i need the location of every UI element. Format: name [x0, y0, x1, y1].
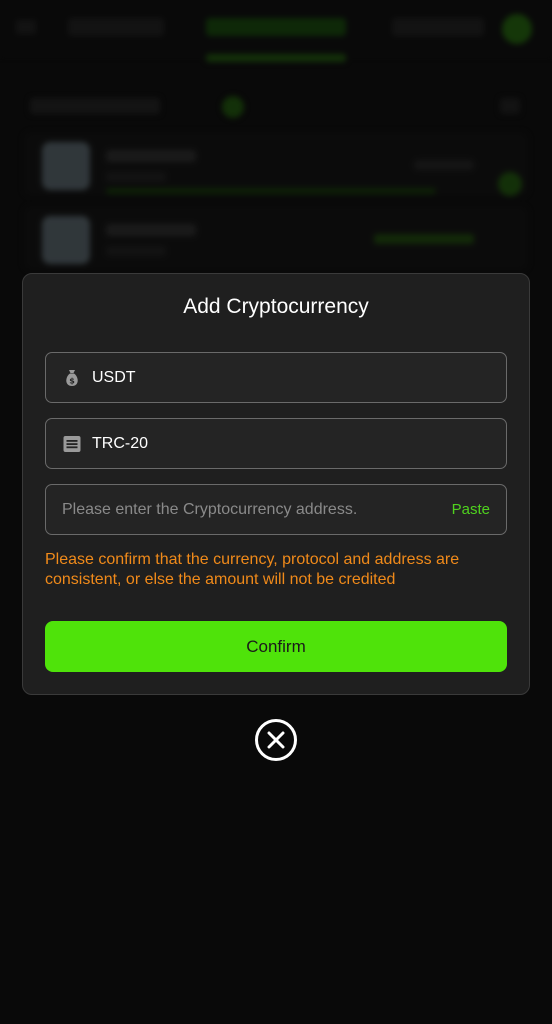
- warning-message: Please confirm that the currency, protoc…: [45, 551, 460, 588]
- add-cryptocurrency-dialog: Add Cryptocurrency $ USDT TRC-20 Please …: [22, 273, 530, 695]
- protocol-value: TRC-20: [92, 434, 149, 452]
- list-icon: [62, 434, 82, 454]
- currency-select[interactable]: $ USDT: [45, 352, 507, 403]
- address-field: Paste: [45, 484, 507, 535]
- app-root: Add Cryptocurrency $ USDT TRC-20 Please …: [0, 0, 552, 1024]
- crypto-address-input[interactable]: [46, 485, 452, 534]
- confirm-button[interactable]: Confirm: [45, 621, 507, 672]
- protocol-select[interactable]: TRC-20: [45, 418, 507, 469]
- svg-text:$: $: [69, 376, 75, 385]
- paste-button[interactable]: Paste: [452, 501, 490, 518]
- close-icon: [267, 731, 285, 749]
- money-bag-icon: $: [62, 368, 82, 388]
- dialog-title: Add Cryptocurrency: [183, 295, 369, 318]
- currency-value: USDT: [92, 368, 136, 386]
- close-dialog-button[interactable]: [255, 719, 297, 761]
